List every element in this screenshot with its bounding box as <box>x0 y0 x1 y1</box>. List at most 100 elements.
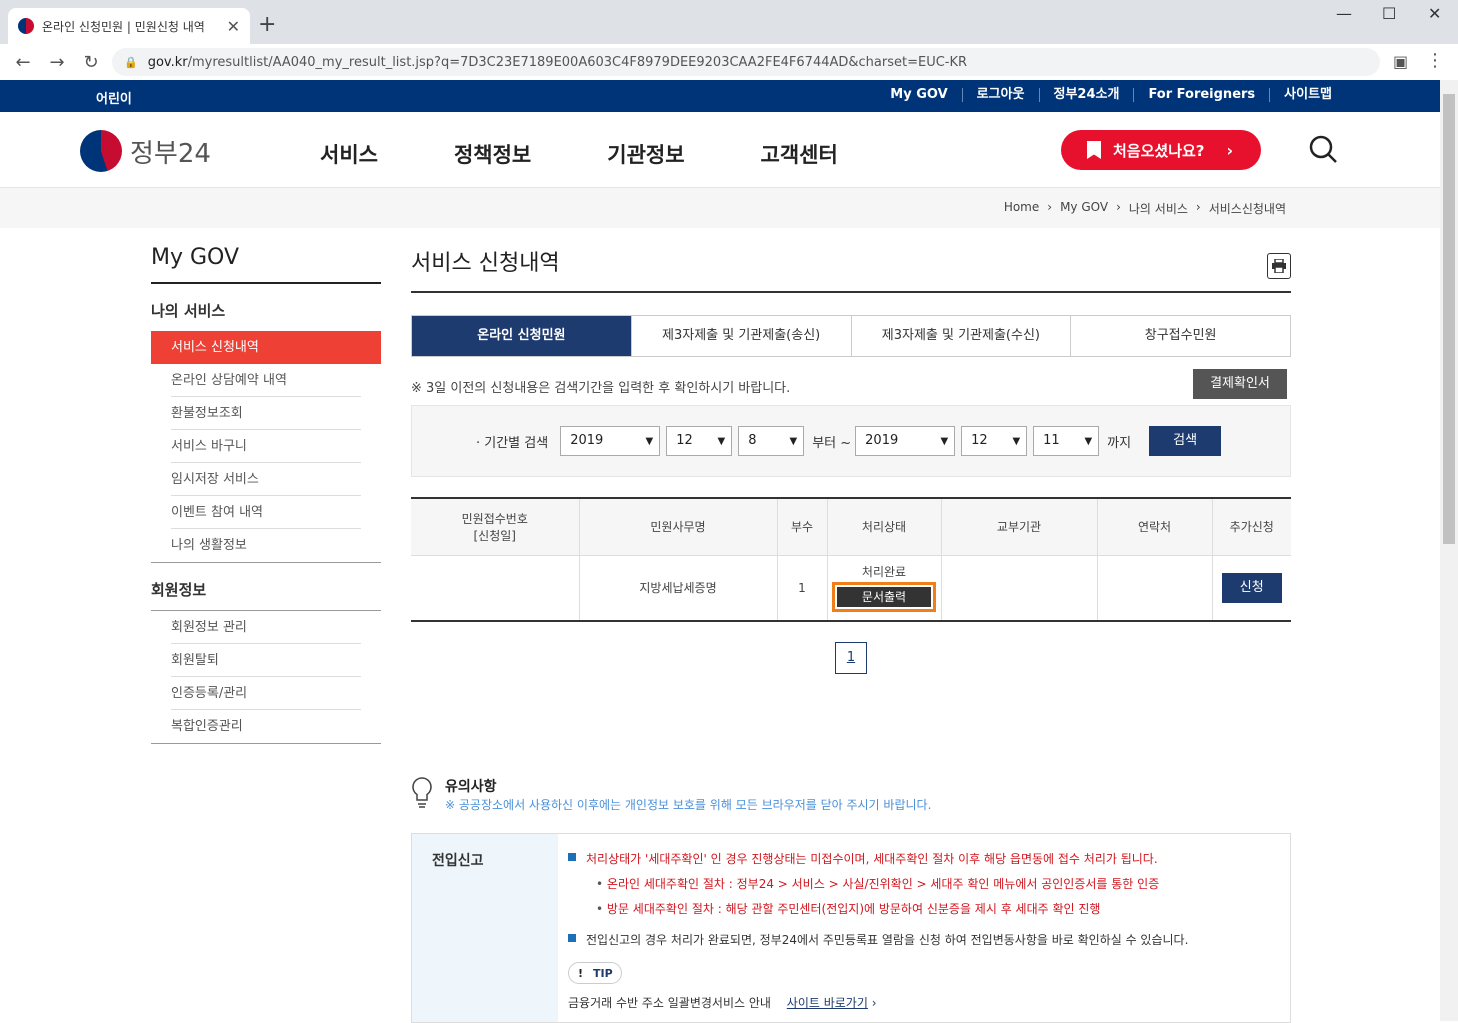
tab-online[interactable]: 온라인 신청민원 <box>412 316 631 356</box>
section-member-info: 회원정보 <box>151 581 207 599</box>
site-header: 정부24 서비스 정책정보 기관정보 고객센터 처음오셨나요? › <box>0 112 1440 188</box>
tip-label: TIP <box>593 966 613 980</box>
browser-tab[interactable]: 온라인 신청민원 | 민원신청 내역 ✕ <box>8 8 250 44</box>
close-window-icon[interactable]: ✕ <box>1428 4 1441 23</box>
utility-links: My GOV 로그아웃 정부24소개 For Foreigners 사이트맵 <box>876 88 1346 102</box>
tab-third-party-receive[interactable]: 제3자제출 및 기관제출(수신) <box>850 316 1071 356</box>
mygov-link[interactable]: My GOV <box>876 88 961 102</box>
crumb-mygov[interactable]: My GOV <box>1060 200 1108 217</box>
scrollbar-thumb[interactable] <box>1443 94 1455 544</box>
col-additional: 추가신청 <box>1211 497 1291 556</box>
table-header-row: 민원접수번호 [신청일] 민원사무명 부수 처리상태 교부기관 연락처 추가신청 <box>411 497 1291 556</box>
crumb-myservice[interactable]: 나의 서비스 <box>1129 200 1188 217</box>
tab-third-party-send[interactable]: 제3자제출 및 기관제출(송신) <box>630 316 851 356</box>
main-content: 서비스 신청내역 온라인 신청민원 제3자제출 및 기관제출(송신) 제3자제출… <box>411 245 1291 674</box>
first-visit-label: 처음오셨나요? <box>1113 141 1205 160</box>
col-agency: 교부기관 <box>940 497 1097 556</box>
nav-support[interactable]: 고객센터 <box>761 139 838 169</box>
request-tabs: 온라인 신청민원 제3자제출 및 기관제출(송신) 제3자제출 및 기관제출(수… <box>411 315 1291 357</box>
minimize-icon[interactable]: — <box>1336 4 1352 23</box>
side-item-consult-reservation[interactable]: 온라인 상담예약 내역 <box>171 364 361 397</box>
info-item: 처리상태가 '세대주확인' 인 경우 진행상태는 미접수이며, 세대주확인 절차… <box>568 850 1280 867</box>
to-year-select[interactable]: 2019 <box>855 426 956 456</box>
breadcrumb-bar: Home › My GOV › 나의 서비스 › 서비스신청내역 <box>0 188 1440 228</box>
first-visit-button[interactable]: 처음오셨나요? › <box>1061 130 1261 170</box>
payment-confirm-button[interactable]: 결제확인서 <box>1193 369 1287 399</box>
cell-count: 1 <box>776 555 827 622</box>
tab-counter[interactable]: 창구접수민원 <box>1070 316 1290 356</box>
side-item-event[interactable]: 이벤트 참여 내역 <box>171 496 361 529</box>
side-item-refund-info[interactable]: 환불정보조회 <box>171 397 361 430</box>
main-nav: 서비스 정책정보 기관정보 고객센터 <box>320 139 914 169</box>
url-path: /myresultlist/AA040_my_result_list.jsp?q… <box>187 54 968 70</box>
to-day-select[interactable]: 11 <box>1033 426 1100 456</box>
logout-link[interactable]: 로그아웃 <box>961 88 1039 102</box>
logo-text: 정부24 <box>130 138 211 169</box>
info-item: 전입신고의 경우 처리가 완료되면, 정부24에서 주민등록표 열람을 신청 하… <box>568 931 1280 948</box>
printer-icon <box>1272 259 1286 273</box>
exclamation-icon: ! <box>578 966 584 980</box>
crumb-sep-icon: › <box>1116 200 1121 214</box>
pagination: 1 <box>411 642 1291 674</box>
side-menu-title: My GOV <box>151 245 381 284</box>
from-month-select[interactable]: 12 <box>666 426 733 456</box>
maximize-icon[interactable]: ☐ <box>1382 4 1396 23</box>
site-logo[interactable]: 정부24 <box>80 130 211 172</box>
nav-services[interactable]: 서비스 <box>320 139 378 169</box>
side-item-life-info[interactable]: 나의 생활정보 <box>171 529 361 562</box>
side-item-multi-cert[interactable]: 복합인증관리 <box>171 710 361 743</box>
side-item-service-history[interactable]: 서비스 신청내역 <box>151 331 381 364</box>
info-sub-1: 온라인 세대주확인 절차 : 정부24 > 서비스 > 사실/진위확인 > 세대… <box>596 875 1280 892</box>
info-body: 처리상태가 '세대주확인' 인 경우 진행상태는 미접수이며, 세대주확인 절차… <box>558 834 1290 1022</box>
cell-status: 처리완료 문서출력 <box>826 555 941 622</box>
foreigners-link[interactable]: For Foreigners <box>1133 88 1269 102</box>
square-bullet-icon <box>568 934 576 942</box>
cell-additional: 신청 <box>1211 555 1291 622</box>
kids-link[interactable]: 어린이 <box>96 88 132 107</box>
period-filter: · 기간별 검색 2019 12 8 부터 ~ 2019 12 11 까지 검색 <box>411 405 1291 477</box>
browser-menu-icon[interactable]: ⋮ <box>1426 50 1444 71</box>
table-row: 지방세납세증명 1 처리완료 문서출력 신청 <box>411 555 1291 622</box>
nav-policy[interactable]: 정책정보 <box>454 139 531 169</box>
sitemap-link[interactable]: 사이트맵 <box>1269 88 1346 102</box>
info-line-2: 전입신고의 경우 처리가 완료되면, 정부24에서 주민등록표 열람을 신청 하… <box>586 933 1189 947</box>
to-month-select[interactable]: 12 <box>961 426 1028 456</box>
chevron-right-icon: › <box>867 996 877 1010</box>
reload-icon[interactable]: ↻ <box>74 52 108 73</box>
finance-text: 금융거래 수반 주소 일괄변경서비스 안내 <box>568 996 771 1010</box>
back-icon[interactable]: ← <box>6 52 40 73</box>
caution-title: 유의사항 <box>445 779 497 795</box>
notice-row: ※ 3일 이전의 신청내용은 검색기간을 입력한 후 확인하시기 바랍니다. 결… <box>411 369 1291 405</box>
new-tab-icon[interactable]: + <box>258 12 276 37</box>
utility-bar: 어린이 My GOV 로그아웃 정부24소개 For Foreigners 사이… <box>0 80 1440 112</box>
side-item-temp-save[interactable]: 임시저장 서비스 <box>171 463 361 496</box>
page-1[interactable]: 1 <box>835 642 867 674</box>
document-print-label: 문서출력 <box>837 587 931 608</box>
side-item-withdraw[interactable]: 회원탈퇴 <box>171 644 361 677</box>
extension-icon[interactable]: ▣ <box>1393 52 1408 71</box>
side-item-cert[interactable]: 인증등록/관리 <box>171 677 361 710</box>
url-host: gov.kr <box>147 54 188 70</box>
my-service-group: 서비스 신청내역 온라인 상담예약 내역 환불정보조회 서비스 바구니 임시저장… <box>151 331 381 563</box>
browser-toolbar: ← → ↻ 🔒 gov.kr /myresultlist/AA040_my_re… <box>0 44 1458 80</box>
nav-agency[interactable]: 기관정보 <box>607 139 684 169</box>
print-button[interactable] <box>1267 253 1291 279</box>
close-tab-icon[interactable]: ✕ <box>227 17 240 36</box>
scrollbar[interactable] <box>1440 80 1458 1021</box>
side-item-service-basket[interactable]: 서비스 바구니 <box>171 430 361 463</box>
crumb-home[interactable]: Home <box>1004 200 1039 217</box>
address-bar[interactable]: 🔒 gov.kr /myresultlist/AA040_my_result_l… <box>112 48 1380 76</box>
about-link[interactable]: 정부24소개 <box>1038 88 1134 102</box>
apply-button[interactable]: 신청 <box>1221 572 1282 603</box>
from-day-select[interactable]: 8 <box>738 426 805 456</box>
search-icon[interactable] <box>1308 134 1338 164</box>
document-print-button[interactable]: 문서출력 <box>832 582 936 613</box>
from-year-select[interactable]: 2019 <box>560 426 661 456</box>
side-menu: My GOV 나의 서비스 서비스 신청내역 온라인 상담예약 내역 환불정보조… <box>151 245 381 744</box>
side-item-member-manage[interactable]: 회원정보 관리 <box>171 611 361 644</box>
forward-icon[interactable]: → <box>40 52 74 73</box>
search-button[interactable]: 검색 <box>1149 426 1222 456</box>
from-text: 부터 ~ <box>812 435 852 451</box>
cell-contact <box>1096 555 1212 622</box>
site-shortcut-link[interactable]: 사이트 바로가기 <box>787 996 868 1010</box>
